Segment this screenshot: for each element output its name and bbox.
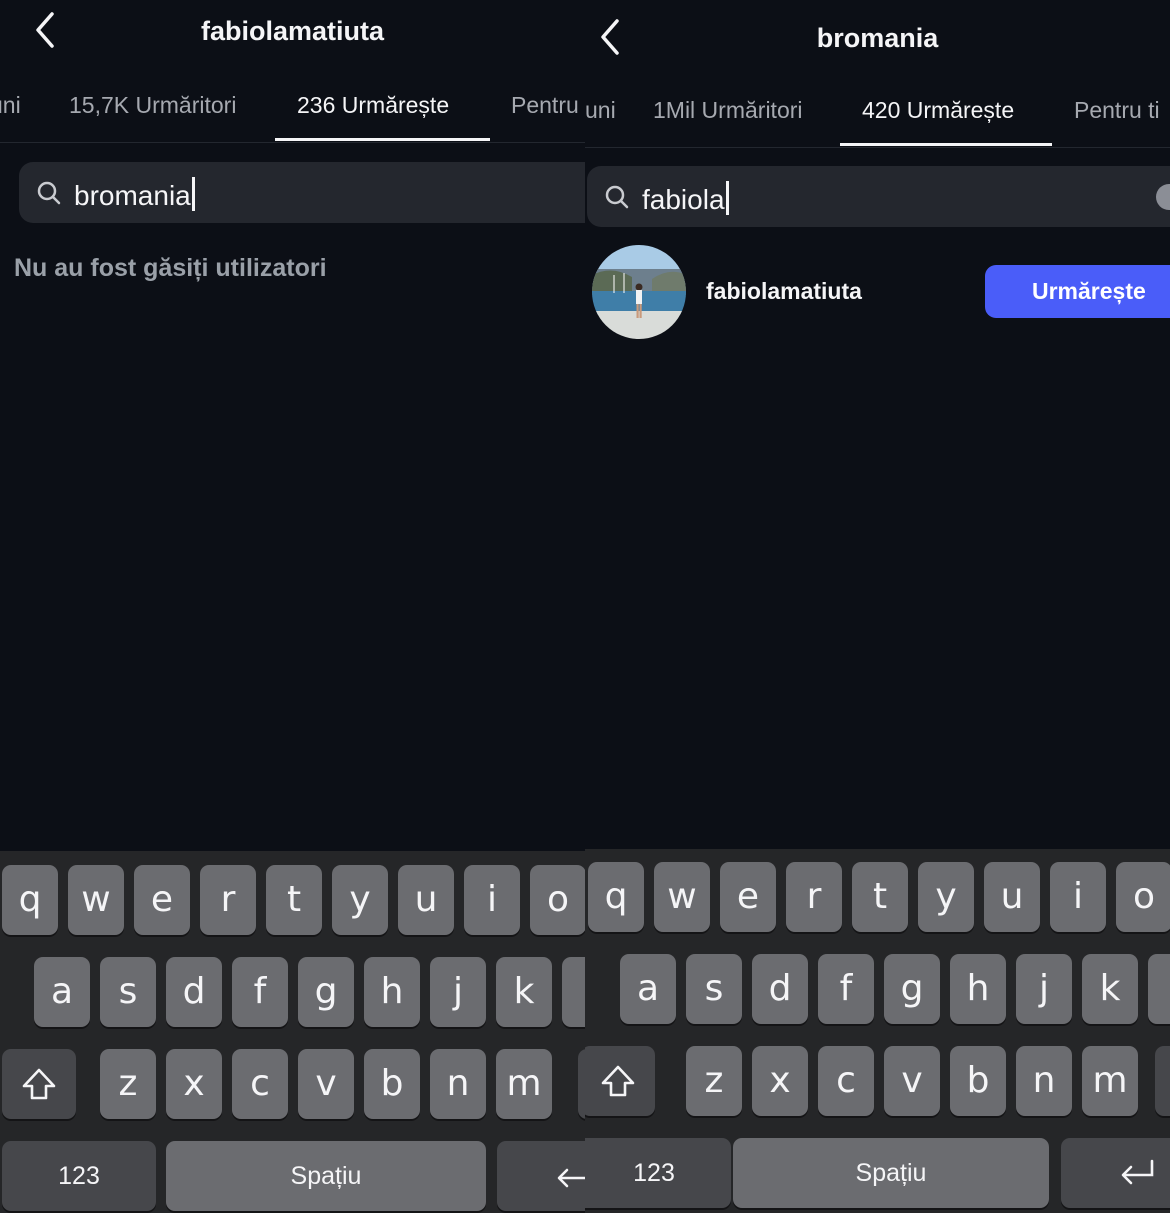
header: fabiolamatiuta — [0, 0, 585, 70]
key-x[interactable]: x — [166, 1049, 222, 1119]
key-i[interactable]: i — [464, 865, 520, 935]
key-e[interactable]: e — [134, 865, 190, 935]
key-o[interactable]: o — [1116, 862, 1170, 932]
tab-following[interactable]: 420 Urmărește — [862, 97, 1014, 124]
key-q[interactable]: q — [2, 865, 58, 935]
key-h[interactable]: h — [950, 954, 1006, 1024]
key-a[interactable]: a — [34, 957, 90, 1027]
key-d[interactable]: d — [166, 957, 222, 1027]
space-key[interactable]: Spațiu — [166, 1141, 486, 1211]
shift-key[interactable] — [585, 1046, 655, 1116]
key-v[interactable]: v — [298, 1049, 354, 1119]
key-k[interactable]: k — [496, 957, 552, 1027]
key-r[interactable]: r — [200, 865, 256, 935]
key-h[interactable]: h — [364, 957, 420, 1027]
key-d[interactable]: d — [752, 954, 808, 1024]
left-screenshot-panel: fabiolamatiuta uni 15,7K Urmăritori 236 … — [0, 0, 585, 1213]
follow-button[interactable]: Urmărește — [985, 265, 1170, 318]
numbers-key[interactable]: 123 — [2, 1141, 156, 1211]
key-g[interactable]: g — [884, 954, 940, 1024]
key-j[interactable]: j — [430, 957, 486, 1027]
key-u[interactable]: u — [984, 862, 1040, 932]
key-t[interactable]: t — [266, 865, 322, 935]
key-a[interactable]: a — [620, 954, 676, 1024]
key-l[interactable]: l — [562, 957, 585, 1027]
key-z[interactable]: z — [686, 1046, 742, 1116]
search-icon — [605, 185, 629, 209]
tab-partial[interactable]: uni — [585, 97, 616, 124]
key-e[interactable]: e — [720, 862, 776, 932]
key-n[interactable]: n — [430, 1049, 486, 1119]
active-tab-indicator — [275, 138, 490, 141]
key-c[interactable]: c — [818, 1046, 874, 1116]
key-u[interactable]: u — [398, 865, 454, 935]
key-s[interactable]: s — [100, 957, 156, 1027]
keyboard: qwertyuio asdfghjkl zxcvbnm 123Spațiu — [0, 851, 585, 1213]
avatar[interactable] — [592, 245, 686, 339]
tab-for-you[interactable]: Pentru ti — [1074, 97, 1160, 124]
tab-followers[interactable]: 1Mil Urmăritori — [653, 97, 803, 124]
key-k[interactable]: k — [1082, 954, 1138, 1024]
key-r[interactable]: r — [786, 862, 842, 932]
key-j[interactable]: j — [1016, 954, 1072, 1024]
header: bromania — [585, 0, 1170, 70]
key-o[interactable]: o — [530, 865, 585, 935]
text-caret — [191, 177, 195, 211]
key-y[interactable]: y — [918, 862, 974, 932]
tab-following[interactable]: 236 Urmărește — [297, 92, 449, 119]
text-caret — [725, 181, 729, 215]
key-q[interactable]: q — [588, 862, 644, 932]
key-b[interactable]: b — [950, 1046, 1006, 1116]
keyboard: qwertyuio asdfghjkl zxcvbnm 123Spațiu — [585, 849, 1170, 1213]
shift-icon — [22, 1068, 56, 1100]
return-key[interactable] — [497, 1141, 585, 1211]
user-result-row[interactable]: fabiolamatiuta Urmărește — [585, 245, 1170, 345]
key-m[interactable]: m — [1082, 1046, 1138, 1116]
return-icon — [557, 1168, 585, 1188]
key-f[interactable]: f — [232, 957, 288, 1027]
key-z[interactable]: z — [100, 1049, 156, 1119]
key-y[interactable]: y — [332, 865, 388, 935]
search-bar[interactable]: bromania — [19, 162, 585, 223]
empty-results-message: Nu au fost găsiți utilizatori — [14, 254, 327, 282]
key-w[interactable]: w — [654, 862, 710, 932]
tab-followers[interactable]: 15,7K Urmăritori — [69, 92, 236, 119]
tab-bar: uni 1Mil Urmăritori 420 Urmărește Pentru… — [585, 97, 1170, 148]
key-n[interactable]: n — [1016, 1046, 1072, 1116]
return-key[interactable] — [1061, 1138, 1170, 1208]
key-t[interactable]: t — [852, 862, 908, 932]
return-icon — [1121, 1159, 1154, 1185]
tab-bar: uni 15,7K Urmăritori 236 Urmărește Pentr… — [0, 92, 585, 143]
active-tab-indicator — [840, 143, 1052, 146]
page-title: bromania — [816, 23, 939, 53]
search-icon — [37, 181, 61, 205]
tab-for-you[interactable]: Pentru — [511, 92, 579, 119]
page-title: fabiolamatiuta — [200, 16, 385, 46]
search-bar[interactable]: fabiola — [587, 166, 1170, 227]
shift-key[interactable] — [2, 1049, 76, 1119]
tab-partial[interactable]: uni — [0, 92, 21, 119]
result-username[interactable]: fabiolamatiuta — [706, 278, 862, 305]
key-f[interactable]: f — [818, 954, 874, 1024]
clear-search-button[interactable] — [1156, 184, 1170, 210]
search-input[interactable]: bromania — [74, 177, 195, 212]
profile-photo — [592, 245, 686, 339]
backspace-key[interactable] — [578, 1049, 585, 1119]
key-w[interactable]: w — [68, 865, 124, 935]
space-key[interactable]: Spațiu — [733, 1138, 1049, 1208]
search-input[interactable]: fabiola — [642, 181, 729, 216]
right-screenshot-panel: bromania uni 1Mil Urmăritori 420 Urmăreș… — [585, 0, 1170, 1213]
key-x[interactable]: x — [752, 1046, 808, 1116]
key-b[interactable]: b — [364, 1049, 420, 1119]
key-s[interactable]: s — [686, 954, 742, 1024]
key-l[interactable]: l — [1148, 954, 1170, 1024]
key-i[interactable]: i — [1050, 862, 1106, 932]
key-g[interactable]: g — [298, 957, 354, 1027]
shift-icon — [601, 1065, 635, 1097]
key-v[interactable]: v — [884, 1046, 940, 1116]
key-c[interactable]: c — [232, 1049, 288, 1119]
numbers-key[interactable]: 123 — [585, 1138, 731, 1208]
backspace-key[interactable] — [1155, 1046, 1170, 1116]
key-m[interactable]: m — [496, 1049, 552, 1119]
